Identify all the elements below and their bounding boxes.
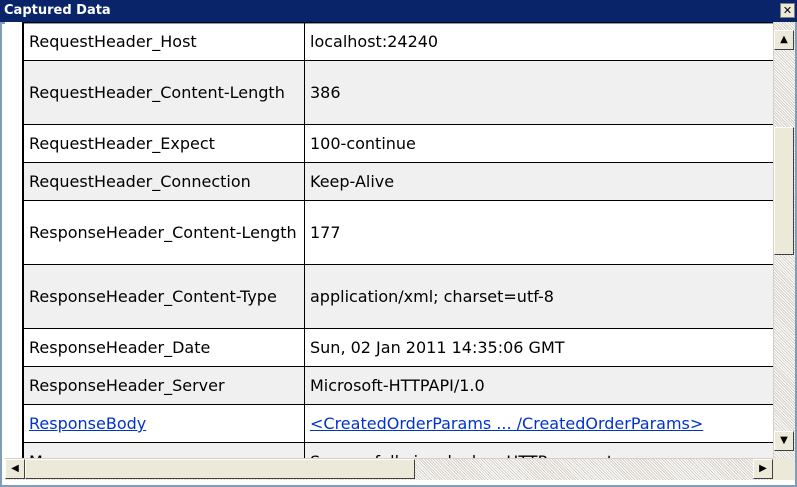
arrow-left-icon: ◀ (11, 463, 19, 474)
row-value: application/xml; charset=utf-8 (304, 264, 773, 329)
close-button[interactable]: ✕ (780, 3, 795, 18)
row-value: Microsoft-HTTPAPI/1.0 (304, 366, 773, 405)
row-value: Keep-Alive (304, 162, 773, 201)
arrow-right-icon: ▶ (759, 463, 767, 474)
row-key: ResponseHeader_Content-Length (23, 200, 305, 265)
data-table: RequestHeader_Host localhost:24240 Reque… (23, 22, 773, 458)
table-row[interactable]: ResponseHeader_Date Sun, 02 Jan 2011 14:… (23, 328, 773, 367)
captured-data-grid: RequestHeader_Host localhost:24240 Reque… (23, 22, 773, 458)
arrow-down-icon: ▼ (780, 435, 788, 446)
title-bar: Captured Data ✕ (0, 0, 797, 22)
window-title: Captured Data (4, 3, 111, 18)
row-value: 100-continue (304, 124, 773, 163)
row-key: RequestHeader_Connection (23, 162, 305, 201)
horizontal-scroll-thumb[interactable] (25, 459, 415, 479)
row-key: RequestHeader_Content-Length (23, 60, 305, 125)
table-row[interactable]: RequestHeader_Host localhost:24240 (23, 22, 773, 61)
row-key: RequestHeader_Expect (23, 124, 305, 163)
table-row[interactable]: ResponseHeader_Content-Length 177 (23, 200, 773, 265)
scroll-right-button[interactable]: ▶ (753, 459, 773, 479)
captured-data-window: Captured Data ✕ RequestHeader_Host local… (0, 0, 797, 487)
table-row[interactable]: ResponseBody <CreatedOrderParams ... /Cr… (23, 404, 773, 443)
row-value: 386 (304, 60, 773, 125)
row-value: 177 (304, 200, 773, 265)
response-body-value-link[interactable]: <CreatedOrderParams ... /CreatedOrderPar… (304, 404, 773, 443)
response-body-link[interactable]: ResponseBody (23, 404, 305, 443)
horizontal-scrollbar[interactable]: ◀ ▶ (5, 458, 773, 480)
scroll-down-button[interactable]: ▼ (774, 431, 794, 451)
row-key: ResponseHeader_Content-Type (23, 264, 305, 329)
close-icon: ✕ (782, 4, 793, 17)
row-key: RequestHeader_Host (23, 22, 305, 61)
arrow-up-icon: ▲ (780, 34, 788, 45)
table-row[interactable]: ResponseHeader_Content-Type application/… (23, 264, 773, 329)
scroll-up-button[interactable]: ▲ (774, 30, 794, 50)
vertical-scroll-thumb[interactable] (774, 127, 794, 255)
row-value: localhost:24240 (304, 22, 773, 61)
scroll-left-button[interactable]: ◀ (5, 459, 25, 479)
row-value: Sun, 02 Jan 2011 14:35:06 GMT (304, 328, 773, 367)
row-key: ResponseHeader_Date (23, 328, 305, 367)
table-row[interactable]: RequestHeader_Content-Length 386 (23, 60, 773, 125)
row-selector-gutter (5, 22, 23, 458)
vertical-scrollbar[interactable]: ▲ ▼ (773, 22, 795, 458)
table-row[interactable]: Message Successfully invoked an HTTP req… (23, 442, 773, 458)
table-row[interactable]: ResponseHeader_Server Microsoft-HTTPAPI/… (23, 366, 773, 405)
row-key: ResponseHeader_Server (23, 366, 305, 405)
row-value: Successfully invoked an HTTP request (304, 442, 773, 458)
table-row[interactable]: RequestHeader_Expect 100-continue (23, 124, 773, 163)
scrollbar-corner (773, 458, 795, 480)
row-key: Message (23, 442, 305, 458)
table-row[interactable]: RequestHeader_Connection Keep-Alive (23, 162, 773, 201)
